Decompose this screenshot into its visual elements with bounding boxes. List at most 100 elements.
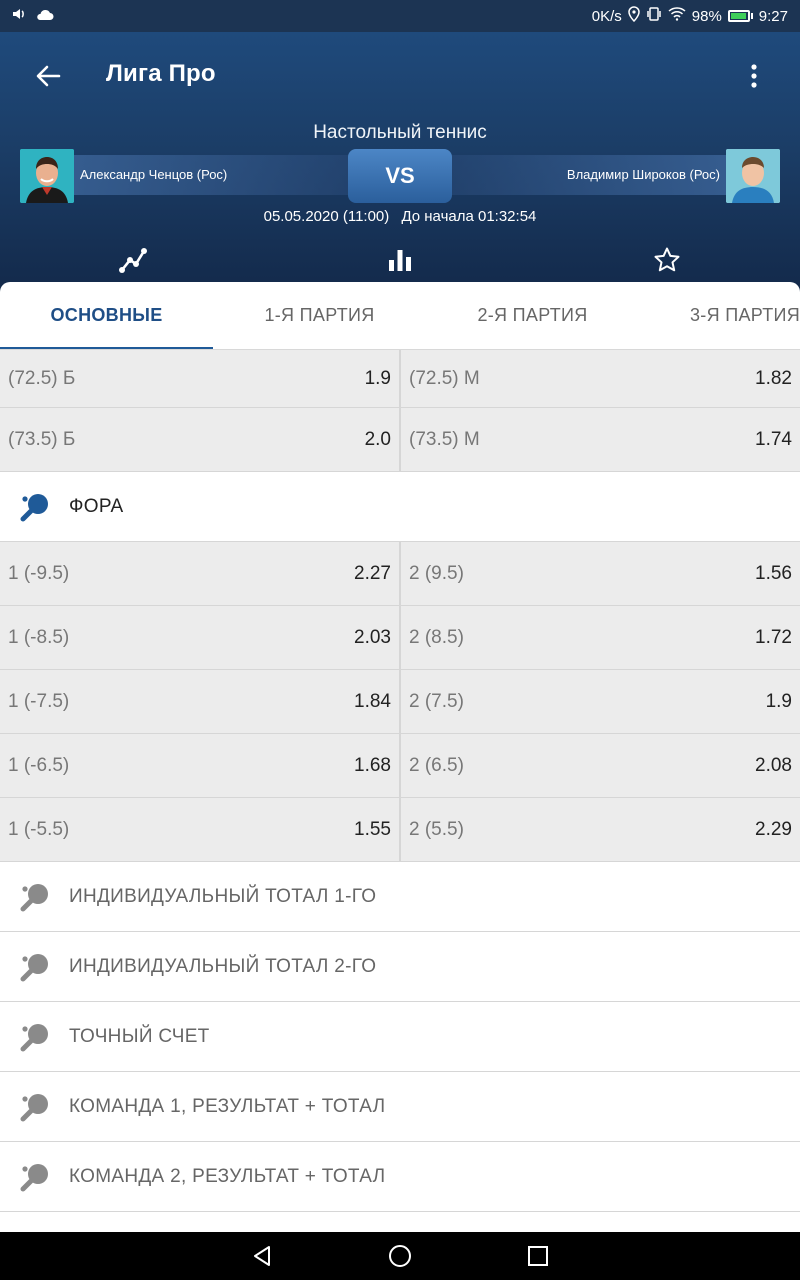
market-section-team2-result-total[interactable]: КОМАНДА 2, РЕЗУЛЬТАТ + ТОТАЛ: [0, 1142, 800, 1212]
odd-button[interactable]: 1 (-9.5) 2.27: [0, 542, 399, 605]
odd-button[interactable]: (72.5) М 1.82: [399, 350, 800, 407]
odds-row: (72.5) Б 1.9 (72.5) М 1.82: [0, 350, 800, 408]
app-bar: Лига Про: [0, 32, 800, 118]
more-vertical-icon: [751, 64, 757, 88]
market-section-individual-total-1[interactable]: ИНДИВИДУАЛЬНЫЙ ТОТАЛ 1-ГО: [0, 862, 800, 932]
match-date: 05.05.2020 (11:00): [263, 208, 390, 225]
odd-button[interactable]: 2 (6.5) 2.08: [399, 734, 800, 797]
match-time: 05.05.2020 (11:00) До начала 01:32:54: [0, 208, 800, 225]
star-icon: [654, 247, 680, 272]
odd-label: 2 (7.5): [409, 690, 464, 712]
odd-button[interactable]: (72.5) Б 1.9: [0, 350, 399, 407]
odd-label: 2 (6.5): [409, 754, 464, 776]
odd-label: (72.5) Б: [8, 367, 76, 389]
odd-button[interactable]: 1 (-5.5) 1.55: [0, 798, 399, 861]
market-section-individual-total-2[interactable]: ИНДИВИДУАЛЬНЫЙ ТОТАЛ 2-ГО: [0, 932, 800, 1002]
odd-button[interactable]: 2 (5.5) 2.29: [399, 798, 800, 861]
volume-icon: [12, 7, 28, 25]
section-title: ИНДИВИДУАЛЬНЫЙ ТОТАЛ 2-ГО: [69, 955, 377, 977]
battery-icon: [727, 10, 753, 22]
odd-value: 1.72: [755, 626, 792, 648]
section-title: ТОЧНЫЙ СЧЕТ: [69, 1025, 210, 1047]
odd-label: 1 (-6.5): [8, 754, 70, 776]
vs-badge: VS: [348, 149, 452, 203]
odds-row: 1 (-7.5) 1.84 2 (7.5) 1.9: [0, 670, 800, 734]
countdown: До начала 01:32:54: [401, 208, 537, 225]
section-title: ИНДИВИДУАЛЬНЫЙ ТОТАЛ 1-ГО: [69, 885, 377, 907]
odd-value: 1.9: [765, 690, 792, 712]
match-bar: Александр Ченцов (Рос) Владимир Широков …: [20, 149, 780, 203]
odd-label: 2 (9.5): [409, 562, 464, 584]
live-tracker-button[interactable]: [113, 242, 153, 278]
match-header: Лига Про Настольный теннис Александр Чен…: [0, 32, 800, 294]
tab-set-1[interactable]: 1-Я ПАРТИЯ: [213, 282, 426, 349]
table-tennis-icon: [20, 1092, 50, 1122]
odd-value: 2.27: [354, 562, 391, 584]
odd-label: (72.5) М: [409, 367, 480, 389]
odd-label: 1 (-9.5): [8, 562, 70, 584]
odd-value: 2.0: [364, 428, 391, 450]
nav-recents-button[interactable]: [526, 1244, 550, 1268]
odd-button[interactable]: 2 (9.5) 1.56: [399, 542, 800, 605]
market-section-handicap[interactable]: ФОРА: [0, 472, 800, 542]
back-button[interactable]: [28, 56, 68, 96]
markets-list: (72.5) Б 1.9 (72.5) М 1.82 (73.5) Б 2.0 …: [0, 350, 800, 1232]
odd-label: 1 (-5.5): [8, 818, 70, 840]
odd-button[interactable]: 2 (8.5) 1.72: [399, 606, 800, 669]
statistics-button[interactable]: [380, 242, 420, 278]
clock: 9:27: [758, 7, 788, 25]
odd-value: 1.55: [354, 818, 391, 840]
table-tennis-icon: [20, 952, 50, 982]
tab-set-3[interactable]: 3-Я ПАРТИЯ: [639, 282, 800, 349]
sport-name: Настольный теннис: [313, 122, 487, 143]
market-tabs: ОСНОВНЫЕ 1-Я ПАРТИЯ 2-Я ПАРТИЯ 3-Я ПАРТИ…: [0, 282, 800, 350]
bar-chart-icon: [389, 250, 411, 271]
team2-avatar[interactable]: [726, 149, 780, 203]
table-tennis-icon: [20, 492, 50, 522]
table-tennis-icon: [20, 1162, 50, 1192]
odd-label: (73.5) Б: [8, 428, 76, 450]
odd-value: 1.74: [755, 428, 792, 450]
odd-label: 2 (8.5): [409, 626, 464, 648]
square-recents-icon: [528, 1246, 548, 1266]
odd-button[interactable]: 1 (-6.5) 1.68: [0, 734, 399, 797]
tab-main[interactable]: ОСНОВНЫЕ: [0, 282, 213, 349]
odd-value: 1.82: [755, 367, 792, 389]
vibrate-icon: [646, 6, 662, 26]
line-chart-icon: [119, 248, 147, 273]
nav-back-button[interactable]: [250, 1244, 274, 1268]
odds-row: 1 (-6.5) 1.68 2 (6.5) 2.08: [0, 734, 800, 798]
odds-row: 1 (-5.5) 1.55 2 (5.5) 2.29: [0, 798, 800, 862]
odd-button[interactable]: 2 (7.5) 1.9: [399, 670, 800, 733]
section-title: КОМАНДА 2, РЕЗУЛЬТАТ + ТОТАЛ: [69, 1165, 386, 1187]
team1-name: Александр Ченцов (Рос): [80, 167, 228, 182]
section-title: КОМАНДА 1, РЕЗУЛЬТАТ + ТОТАЛ: [69, 1095, 386, 1117]
odd-label: 1 (-7.5): [8, 690, 70, 712]
odd-button[interactable]: 1 (-7.5) 1.84: [0, 670, 399, 733]
section-title: ФОРА: [69, 495, 124, 517]
odds-row: (73.5) Б 2.0 (73.5) М 1.74: [0, 408, 800, 472]
nav-home-button[interactable]: [388, 1244, 412, 1268]
network-speed: 0K/s: [591, 7, 622, 25]
odd-label: 2 (5.5): [409, 818, 464, 840]
market-section-team1-result-total[interactable]: КОМАНДА 1, РЕЗУЛЬТАТ + ТОТАЛ: [0, 1072, 800, 1142]
odd-value: 2.29: [755, 818, 792, 840]
favorite-button[interactable]: [647, 242, 687, 278]
odd-value: 1.9: [364, 367, 391, 389]
battery-percent: 98%: [691, 7, 722, 25]
odd-button[interactable]: (73.5) М 1.74: [399, 408, 800, 471]
tab-set-2[interactable]: 2-Я ПАРТИЯ: [426, 282, 639, 349]
team1-avatar[interactable]: [20, 149, 74, 203]
more-menu-button[interactable]: [736, 56, 772, 96]
page-title: Лига Про: [106, 60, 216, 87]
odd-button[interactable]: 1 (-8.5) 2.03: [0, 606, 399, 669]
odd-value: 1.68: [354, 754, 391, 776]
odds-row: 1 (-8.5) 2.03 2 (8.5) 1.72: [0, 606, 800, 670]
market-section-exact-score[interactable]: ТОЧНЫЙ СЧЕТ: [0, 1002, 800, 1072]
odd-value: 2.08: [755, 754, 792, 776]
header-actions: [0, 242, 800, 282]
table-tennis-icon: [20, 882, 50, 912]
odd-label: (73.5) М: [409, 428, 480, 450]
odd-button[interactable]: (73.5) Б 2.0: [0, 408, 399, 471]
odds-row: 1 (-9.5) 2.27 2 (9.5) 1.56: [0, 542, 800, 606]
